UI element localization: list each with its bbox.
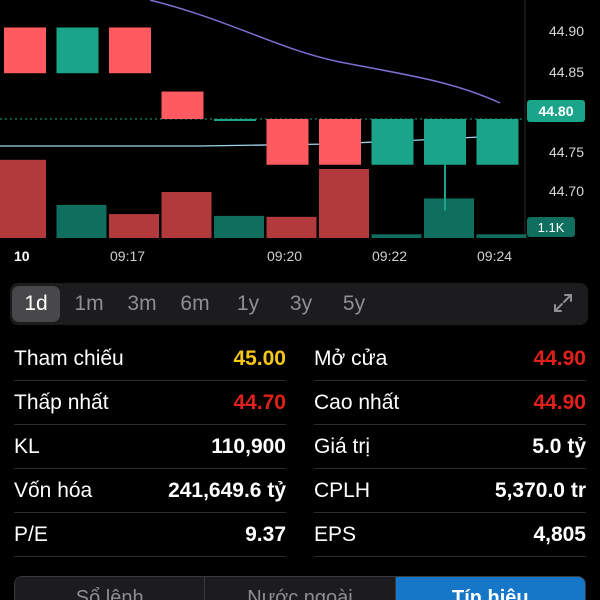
tab-signals[interactable]: Tín hiệu <box>395 577 585 600</box>
stat-label: Tham chiếu <box>14 346 124 370</box>
time-label: 10 <box>14 248 30 264</box>
stat-row: Tham chiếu 45.00 Mở cửa 44.90 <box>0 337 600 381</box>
range-5y-button[interactable]: 5y <box>330 286 378 322</box>
tab-foreign[interactable]: Nước ngoài <box>205 577 396 600</box>
stat-row: Vốn hóa 241,649.6 tỷ CPLH 5,370.0 tr <box>0 469 600 513</box>
stat-value: 110,900 <box>211 434 286 458</box>
price-tick-44-85: 44.85 <box>548 64 584 80</box>
volume-bar <box>161 192 212 238</box>
candle <box>56 27 99 74</box>
candle <box>266 119 309 165</box>
price-tick-44-75: 44.75 <box>548 144 584 160</box>
stat-label: KL <box>14 434 40 458</box>
stat-label: Thấp nhất <box>14 390 109 414</box>
candle <box>214 119 256 121</box>
bottom-tab-bar: Sổ lệnh Nước ngoài Tín hiệu <box>14 576 586 600</box>
candle <box>371 119 414 165</box>
stat-reference: Tham chiếu 45.00 <box>14 337 286 381</box>
volume-bar <box>56 204 107 238</box>
candle <box>4 27 46 74</box>
range-6m-button[interactable]: 6m <box>171 286 219 322</box>
range-1d-button[interactable]: 1d <box>12 286 60 322</box>
stat-value: 5.0 tỷ <box>532 434 586 458</box>
time-label: 09:20 <box>267 248 303 264</box>
stat-low: Thấp nhất 44.70 <box>14 381 286 425</box>
stat-value: 241,649.6 tỷ <box>168 478 286 502</box>
stat-market-cap: Vốn hóa 241,649.6 tỷ <box>14 469 286 513</box>
current-price-tag: 44.80 <box>527 100 585 122</box>
stat-value: 44.90 <box>533 346 586 370</box>
current-volume-tag: 1.1K <box>527 217 575 237</box>
time-range-selector: 1d 1m 3m 6m 1y 3y 5y <box>10 283 588 325</box>
stat-label: EPS <box>314 522 357 546</box>
price-tick-44-70: 44.70 <box>548 183 584 199</box>
tab-order-book[interactable]: Sổ lệnh <box>15 577 206 600</box>
range-3y-button[interactable]: 3y <box>277 286 325 322</box>
stat-label: Mở cửa <box>314 346 388 370</box>
candle <box>161 91 204 119</box>
stat-row: Thấp nhất 44.70 Cao nhất 44.90 <box>0 381 600 425</box>
stat-label: Giá trị <box>314 434 371 458</box>
stat-value: 9.37 <box>245 522 286 546</box>
volume-bar <box>0 159 46 238</box>
price-chart[interactable]: 44.90 44.85 44.80 44.75 44.70 1.1K 10 09… <box>0 0 600 270</box>
stat-open: Mở cửa 44.90 <box>314 337 586 381</box>
stat-shares-outstanding: CPLH 5,370.0 tr <box>314 469 586 513</box>
candle <box>319 119 361 165</box>
stat-value: 45.00 <box>233 346 286 370</box>
price-tick-44-90: 44.90 <box>548 23 584 39</box>
volume-bar <box>371 234 422 238</box>
volume-bar <box>476 234 527 238</box>
time-label: 09:17 <box>110 248 146 264</box>
expand-icon[interactable] <box>552 292 574 314</box>
volume-bar <box>424 198 474 238</box>
stat-value-traded: Giá trị 5.0 tỷ <box>314 425 586 469</box>
range-1m-button[interactable]: 1m <box>65 286 113 322</box>
candle <box>109 27 151 74</box>
time-label: 09:22 <box>372 248 408 264</box>
candlestick-chart[interactable] <box>0 0 600 270</box>
volume-bar <box>109 214 159 238</box>
ma-line-long <box>149 0 501 104</box>
stat-label: CPLH <box>314 478 371 502</box>
range-3m-button[interactable]: 3m <box>118 286 166 322</box>
stat-volume: KL 110,900 <box>14 425 286 469</box>
time-label: 09:24 <box>477 248 513 264</box>
range-1y-button[interactable]: 1y <box>224 286 272 322</box>
stat-label: P/E <box>14 522 48 546</box>
stat-value: 44.90 <box>533 390 586 414</box>
candle <box>476 119 519 165</box>
volume-bar <box>214 215 264 238</box>
stat-value: 5,370.0 tr <box>494 478 586 502</box>
stat-row: KL 110,900 Giá trị 5.0 tỷ <box>0 425 600 469</box>
stat-pe: P/E 9.37 <box>14 513 286 557</box>
volume-bar <box>266 216 317 238</box>
stat-eps: EPS 4,805 <box>314 513 586 557</box>
stat-label: Cao nhất <box>314 390 400 414</box>
stat-value: 44.70 <box>233 390 286 414</box>
stat-row: P/E 9.37 EPS 4,805 <box>0 513 600 557</box>
volume-bar <box>319 169 369 238</box>
stat-high: Cao nhất 44.90 <box>314 381 586 425</box>
candle <box>424 119 466 165</box>
stat-label: Vốn hóa <box>14 478 93 502</box>
stat-value: 4,805 <box>533 522 586 546</box>
